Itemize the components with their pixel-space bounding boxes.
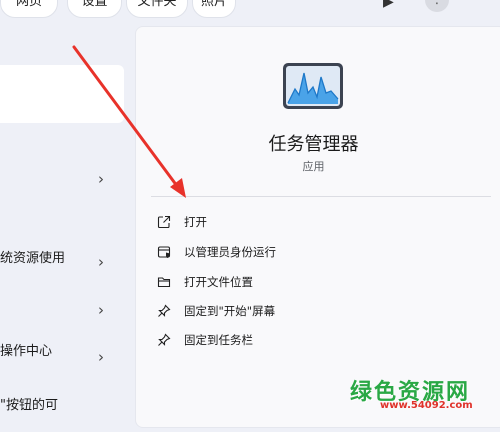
list-item[interactable]: › [0, 250, 124, 290]
app-type-label: 应用 [302, 160, 325, 173]
list-item[interactable]: "按钮的可 [0, 392, 124, 432]
action-open-file-location[interactable]: 打开文件位置 [156, 269, 253, 295]
action-open[interactable]: 打开 [156, 209, 207, 235]
site-watermark: 绿色资源网 www.54092.com [350, 374, 500, 411]
chevron-right-icon: › [98, 348, 104, 366]
action-label: 以管理员身份运行 [184, 245, 276, 259]
action-run-as-admin[interactable]: 以管理员身份运行 [156, 239, 276, 265]
list-item[interactable]: 操作中心 › [0, 338, 124, 378]
task-manager-app-icon [283, 63, 343, 109]
filter-chip-web[interactable]: 网页 [0, 0, 58, 18]
action-pin-to-start[interactable]: 固定到"开始"屏幕 [156, 298, 275, 324]
chip-label: 文件夹 [137, 0, 177, 9]
action-label: 固定到"开始"屏幕 [184, 304, 276, 318]
divider [151, 196, 491, 197]
app-title: 任务管理器 [268, 134, 359, 155]
list-item-label: "按钮的可 [0, 398, 58, 413]
play-icon[interactable]: ▶ [383, 0, 394, 10]
more-options-button[interactable]: ⋮ [425, 0, 449, 12]
action-pin-to-taskbar[interactable]: 固定到任务栏 [156, 327, 253, 353]
action-label: 打开 [184, 215, 207, 229]
chevron-right-icon: › [98, 170, 104, 188]
list-item[interactable]: › [0, 298, 124, 338]
open-external-icon [156, 214, 172, 230]
app-detail-panel: 任务管理器 应用 打开 以管理员身份运行 打开文件位置 固定到"开始"屏幕 固定… [135, 26, 500, 428]
chevron-right-icon: › [98, 301, 104, 319]
action-label: 打开文件位置 [184, 275, 253, 289]
chevron-right-icon: › [98, 253, 104, 271]
pin-icon [156, 303, 172, 319]
chip-label: 设置 [81, 0, 108, 9]
list-item[interactable]: › [0, 167, 124, 207]
admin-shield-icon [156, 244, 172, 260]
watermark-url: www.54092.com [380, 400, 473, 411]
folder-icon [156, 274, 172, 290]
best-match-result[interactable] [0, 65, 124, 123]
filter-chip-folders[interactable]: 文件夹 [126, 0, 188, 18]
filter-chip-settings[interactable]: 设置 [67, 0, 122, 18]
action-label: 固定到任务栏 [184, 333, 253, 347]
chip-label: 照片 [200, 0, 227, 9]
chip-label: 网页 [15, 0, 42, 9]
filter-chip-photos[interactable]: 照片 [192, 0, 236, 18]
pin-icon [156, 332, 172, 348]
list-item-label: 操作中心 [0, 344, 53, 359]
